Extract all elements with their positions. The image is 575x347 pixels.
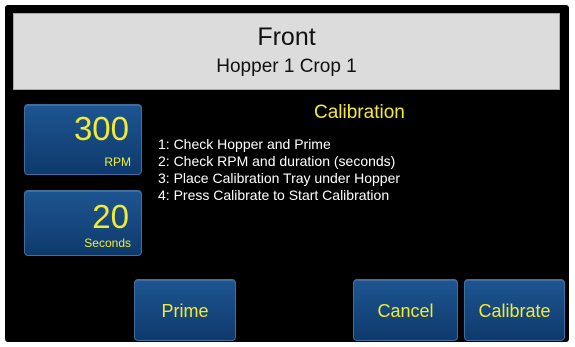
- calibrate-button[interactable]: Calibrate: [464, 279, 565, 341]
- rpm-button[interactable]: 300 RPM: [24, 104, 142, 175]
- instruction-step: 3: Place Calibration Tray under Hopper: [158, 170, 401, 186]
- rpm-value: 300: [73, 110, 129, 147]
- duration-unit-label: Seconds: [84, 236, 131, 250]
- calibration-screen: Front Hopper 1 Crop 1 300 RPM 20 Seconds…: [5, 5, 569, 342]
- page-subtitle: Hopper 1 Crop 1: [216, 56, 357, 77]
- instruction-step: 1: Check Hopper and Prime: [158, 136, 331, 152]
- duration-value: 20: [92, 198, 129, 235]
- duration-button[interactable]: 20 Seconds: [24, 190, 142, 256]
- rpm-unit-label: RPM: [104, 155, 131, 169]
- page-title: Front: [257, 23, 316, 51]
- instruction-step: 4: Press Calibrate to Start Calibration: [158, 187, 390, 203]
- instruction-step: 2: Check RPM and duration (seconds): [158, 153, 396, 169]
- header-panel: Front Hopper 1 Crop 1: [13, 13, 560, 90]
- prime-button[interactable]: Prime: [134, 279, 236, 341]
- calibration-instructions: 1: Check Hopper and Prime 2: Check RPM a…: [158, 136, 400, 204]
- calibration-title: Calibration: [314, 102, 405, 123]
- cancel-button[interactable]: Cancel: [353, 279, 458, 341]
